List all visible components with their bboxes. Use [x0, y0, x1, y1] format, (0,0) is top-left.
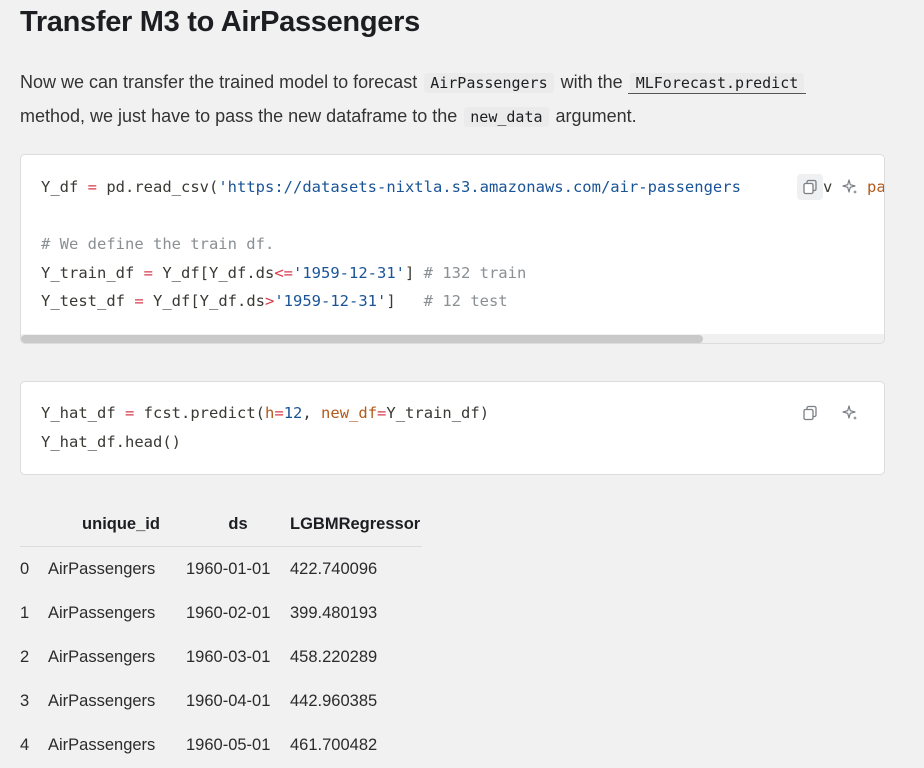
- column-header-ds: ds: [186, 502, 290, 547]
- cell-lgbmregressor: 399.480193: [290, 603, 378, 622]
- table-header-row: unique_id ds LGBMRegressor: [20, 502, 422, 547]
- inline-code-new-data: new_data: [464, 107, 549, 127]
- cell-lgbmregressor: 461.700482: [290, 735, 378, 754]
- inline-code-airpassengers: AirPassengers: [424, 73, 554, 93]
- cell-ds: 1960-02-01: [186, 603, 271, 622]
- copy-icon: [803, 179, 817, 195]
- column-header-lgbmregressor: LGBMRegressor: [290, 502, 422, 547]
- cell-lgbmregressor: 442.960385: [290, 691, 378, 710]
- paragraph-text: with the: [560, 72, 623, 92]
- ask-ai-button[interactable]: [837, 400, 863, 426]
- cell-ds: 1960-05-01: [186, 735, 271, 754]
- table-row: 1 AirPassengers 1960-02-01 399.480193: [20, 591, 422, 635]
- scrollbar-thumb[interactable]: [21, 335, 703, 343]
- horizontal-scrollbar[interactable]: [21, 334, 884, 343]
- cell-unique-id: AirPassengers: [48, 735, 156, 754]
- code-overflow-tail: pa: [867, 178, 885, 196]
- paragraph-text: argument.: [555, 106, 637, 126]
- copy-button[interactable]: [797, 400, 823, 426]
- column-header-unique-id: unique_id: [48, 502, 186, 547]
- cell-unique-id: AirPassengers: [48, 559, 156, 578]
- cell-ds: 1960-03-01: [186, 647, 271, 666]
- row-index: 3: [20, 691, 30, 710]
- ask-ai-button[interactable]: [837, 174, 863, 200]
- sparkle-icon: [842, 179, 857, 194]
- cell-ds: 1960-04-01: [186, 691, 271, 710]
- code-content: Y_hat_df = fcst.predict(h=12, new_df=Y_t…: [41, 404, 490, 451]
- cell-unique-id: AirPassengers: [48, 691, 156, 710]
- copy-icon: [803, 405, 817, 421]
- code-content: Y_df = pd.read_csv('https://datasets-nix…: [41, 178, 741, 310]
- table-row: 2 AirPassengers 1960-03-01 458.220289: [20, 635, 422, 679]
- paragraph-text: Now we can transfer the trained model to…: [20, 72, 418, 92]
- cell-unique-id: AirPassengers: [48, 603, 156, 622]
- row-index: 0: [20, 559, 30, 578]
- table-row: 4 AirPassengers 1960-05-01 461.700482: [20, 723, 422, 767]
- row-index: 1: [20, 603, 30, 622]
- mlforecast-predict-link[interactable]: MLForecast.predict: [627, 72, 807, 94]
- cell-unique-id: AirPassengers: [48, 647, 156, 666]
- intro-paragraph: Now we can transfer the trained model to…: [20, 66, 900, 134]
- output-dataframe-table: unique_id ds LGBMRegressor 0 AirPassenge…: [20, 502, 422, 767]
- row-index: 4: [20, 735, 30, 754]
- code-block-read-csv: Y_df = pd.read_csv('https://datasets-nix…: [20, 154, 885, 344]
- code-comment: # We define the train df.: [41, 235, 275, 253]
- code-overflow-char: v: [823, 178, 833, 196]
- inline-code-predict: MLForecast.predict: [629, 73, 805, 93]
- row-index: 2: [20, 647, 30, 666]
- cell-lgbmregressor: 458.220289: [290, 647, 378, 666]
- column-header-index: [20, 502, 48, 547]
- sparkle-icon: [842, 405, 857, 420]
- code-block-predict: Y_hat_df = fcst.predict(h=12, new_df=Y_t…: [20, 381, 885, 475]
- page-title: Transfer M3 to AirPassengers: [20, 6, 420, 38]
- copy-button[interactable]: [797, 174, 823, 200]
- paragraph-text: method, we just have to pass the new dat…: [20, 106, 458, 126]
- cell-ds: 1960-01-01: [186, 559, 271, 578]
- table-row: 3 AirPassengers 1960-04-01 442.960385: [20, 679, 422, 723]
- cell-lgbmregressor: 422.740096: [290, 559, 378, 578]
- table-row: 0 AirPassengers 1960-01-01 422.740096: [20, 547, 422, 592]
